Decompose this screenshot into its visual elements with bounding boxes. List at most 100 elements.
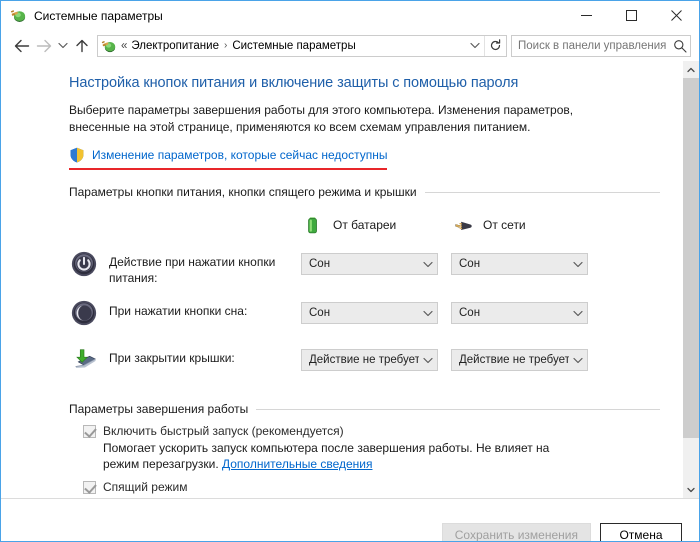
combo-value: Сон <box>459 307 481 319</box>
breadcrumb-item-system-settings[interactable]: Системные параметры <box>232 40 355 52</box>
combo-lid-close-ac[interactable]: Действие не требуется <box>451 349 588 371</box>
combo-value: Действие не требуется <box>309 354 419 366</box>
checkbox-fast-startup[interactable] <box>83 425 96 438</box>
search-input[interactable] <box>512 39 670 52</box>
forward-arrow-icon <box>36 39 52 52</box>
uac-elevate-link[interactable]: Изменение параметров, которые сейчас нед… <box>92 148 388 162</box>
uac-elevate-row: Изменение параметров, которые сейчас нед… <box>69 147 660 170</box>
battery-icon <box>301 213 325 237</box>
setting-label-lid-close: При закрытии крышки: <box>109 351 235 365</box>
breadcrumb-overflow[interactable]: « <box>121 40 127 52</box>
chevron-down-icon <box>419 310 437 317</box>
address-bar[interactable]: « Электропитание › Системные параметры <box>97 34 507 57</box>
breadcrumb-item-power-options[interactable]: Электропитание <box>131 40 219 52</box>
setting-row-sleep-button: При нажатии кнопки сна: Сон Сон <box>69 299 660 333</box>
chevron-down-icon <box>419 261 437 268</box>
combo-value: Сон <box>459 258 481 270</box>
power-plug-icon <box>451 213 475 237</box>
more-info-link[interactable]: Дополнительные сведения <box>222 457 372 471</box>
breadcrumb-separator-icon: › <box>223 40 228 51</box>
chevron-down-icon <box>58 42 68 49</box>
sleep-button-icon <box>69 299 99 329</box>
scroll-down-button[interactable] <box>683 481 699 498</box>
combo-lid-close-battery[interactable]: Действие не требуется <box>301 349 438 371</box>
close-button[interactable] <box>654 1 699 30</box>
back-arrow-icon <box>14 39 30 52</box>
shutdown-group-label: Параметры завершения работы <box>69 402 249 416</box>
setting-label-power-button: Действие при нажатии кнопки питания: <box>109 255 276 285</box>
refresh-icon <box>490 39 501 51</box>
maximize-button[interactable] <box>609 1 654 30</box>
maximize-icon <box>626 10 637 21</box>
combo-sleep-button-battery[interactable]: Сон <box>301 302 438 324</box>
chevron-down-icon <box>569 310 587 317</box>
setting-row-power-button: Действие при нажатии кнопки питания: Сон… <box>69 250 660 286</box>
scroll-content: Настройка кнопок питания и включение защ… <box>1 61 682 498</box>
power-source-battery: От батареи <box>301 213 451 237</box>
shield-icon <box>69 147 85 163</box>
combo-value: Сон <box>309 258 331 270</box>
shutdown-group-header: Параметры завершения работы <box>69 402 660 416</box>
cancel-button[interactable]: Отмена <box>600 522 682 541</box>
page-title: Настройка кнопок питания и включение защ… <box>69 75 519 91</box>
vertical-scrollbar[interactable] <box>682 61 699 498</box>
power-source-battery-label: От батареи <box>333 218 397 232</box>
combo-power-button-ac[interactable]: Сон <box>451 253 588 275</box>
power-source-header-row: От батареи От сети <box>69 213 660 237</box>
scrollbar-thumb[interactable] <box>683 78 699 438</box>
annotation-underline <box>69 168 387 170</box>
power-options-icon <box>101 38 117 54</box>
address-dropdown-button[interactable] <box>466 36 484 56</box>
chevron-up-icon <box>687 67 695 72</box>
chevron-down-icon <box>569 261 587 268</box>
checkbox-sleep[interactable] <box>83 481 96 494</box>
combo-value: Действие не требуется <box>459 354 569 366</box>
setting-label-sleep-button: При нажатии кнопки сна: <box>109 304 248 318</box>
checkbox-row-fast-startup: Включить быстрый запуск (рекомендуется) <box>69 424 660 438</box>
up-button[interactable] <box>71 35 93 57</box>
chevron-down-icon <box>569 357 587 364</box>
scroll-up-button[interactable] <box>683 61 699 78</box>
combo-power-button-battery[interactable]: Сон <box>301 253 438 275</box>
close-icon <box>671 10 682 21</box>
group-divider <box>424 191 660 193</box>
power-buttons-group-header: Параметры кнопки питания, кнопки спящего… <box>69 185 660 199</box>
checkbox-label-sleep: Спящий режим <box>103 480 188 494</box>
recent-locations-button[interactable] <box>55 35 71 57</box>
minimize-button[interactable] <box>564 1 609 30</box>
up-arrow-icon <box>76 39 88 52</box>
minimize-icon <box>581 15 592 16</box>
page-description: Выберите параметры завершения работы для… <box>69 103 574 134</box>
refresh-button[interactable] <box>484 35 506 56</box>
power-buttons-group-label: Параметры кнопки питания, кнопки спящего… <box>69 185 417 199</box>
chevron-down-icon <box>470 42 480 49</box>
control-panel-window: Системные параметры « Электропитание › С… <box>0 0 700 542</box>
setting-row-lid-close: При закрытии крышки: Действие не требует… <box>69 346 660 380</box>
title-bar: Системные параметры <box>1 1 699 30</box>
dialog-footer: Сохранить изменения Отмена <box>1 498 699 541</box>
save-changes-button[interactable]: Сохранить изменения <box>441 522 591 541</box>
scrollbar-track[interactable] <box>683 78 699 481</box>
group-divider <box>256 408 660 410</box>
checkbox-desc-sleep: Отображать в меню завершения работы. <box>69 496 569 498</box>
window-controls <box>564 1 699 30</box>
window-title: Системные параметры <box>34 8 163 23</box>
search-icon[interactable] <box>670 36 690 56</box>
navigation-bar: « Электропитание › Системные параметры <box>1 30 699 61</box>
content-area: Настройка кнопок питания и включение защ… <box>1 61 699 498</box>
chevron-down-icon <box>419 357 437 364</box>
breadcrumb: « Электропитание › Системные параметры <box>121 40 466 52</box>
power-source-ac-label: От сети <box>483 218 526 232</box>
chevron-down-icon <box>687 487 695 492</box>
combo-sleep-button-ac[interactable]: Сон <box>451 302 588 324</box>
search-box[interactable] <box>511 34 691 57</box>
back-button[interactable] <box>11 35 33 57</box>
laptop-lid-icon <box>69 346 99 376</box>
checkbox-label-fast-startup: Включить быстрый запуск (рекомендуется) <box>103 424 344 438</box>
power-button-icon <box>69 250 99 280</box>
power-options-icon <box>10 7 27 24</box>
combo-value: Сон <box>309 307 331 319</box>
forward-button[interactable] <box>33 35 55 57</box>
checkbox-row-sleep: Спящий режим <box>69 480 660 494</box>
power-source-ac: От сети <box>451 213 601 237</box>
